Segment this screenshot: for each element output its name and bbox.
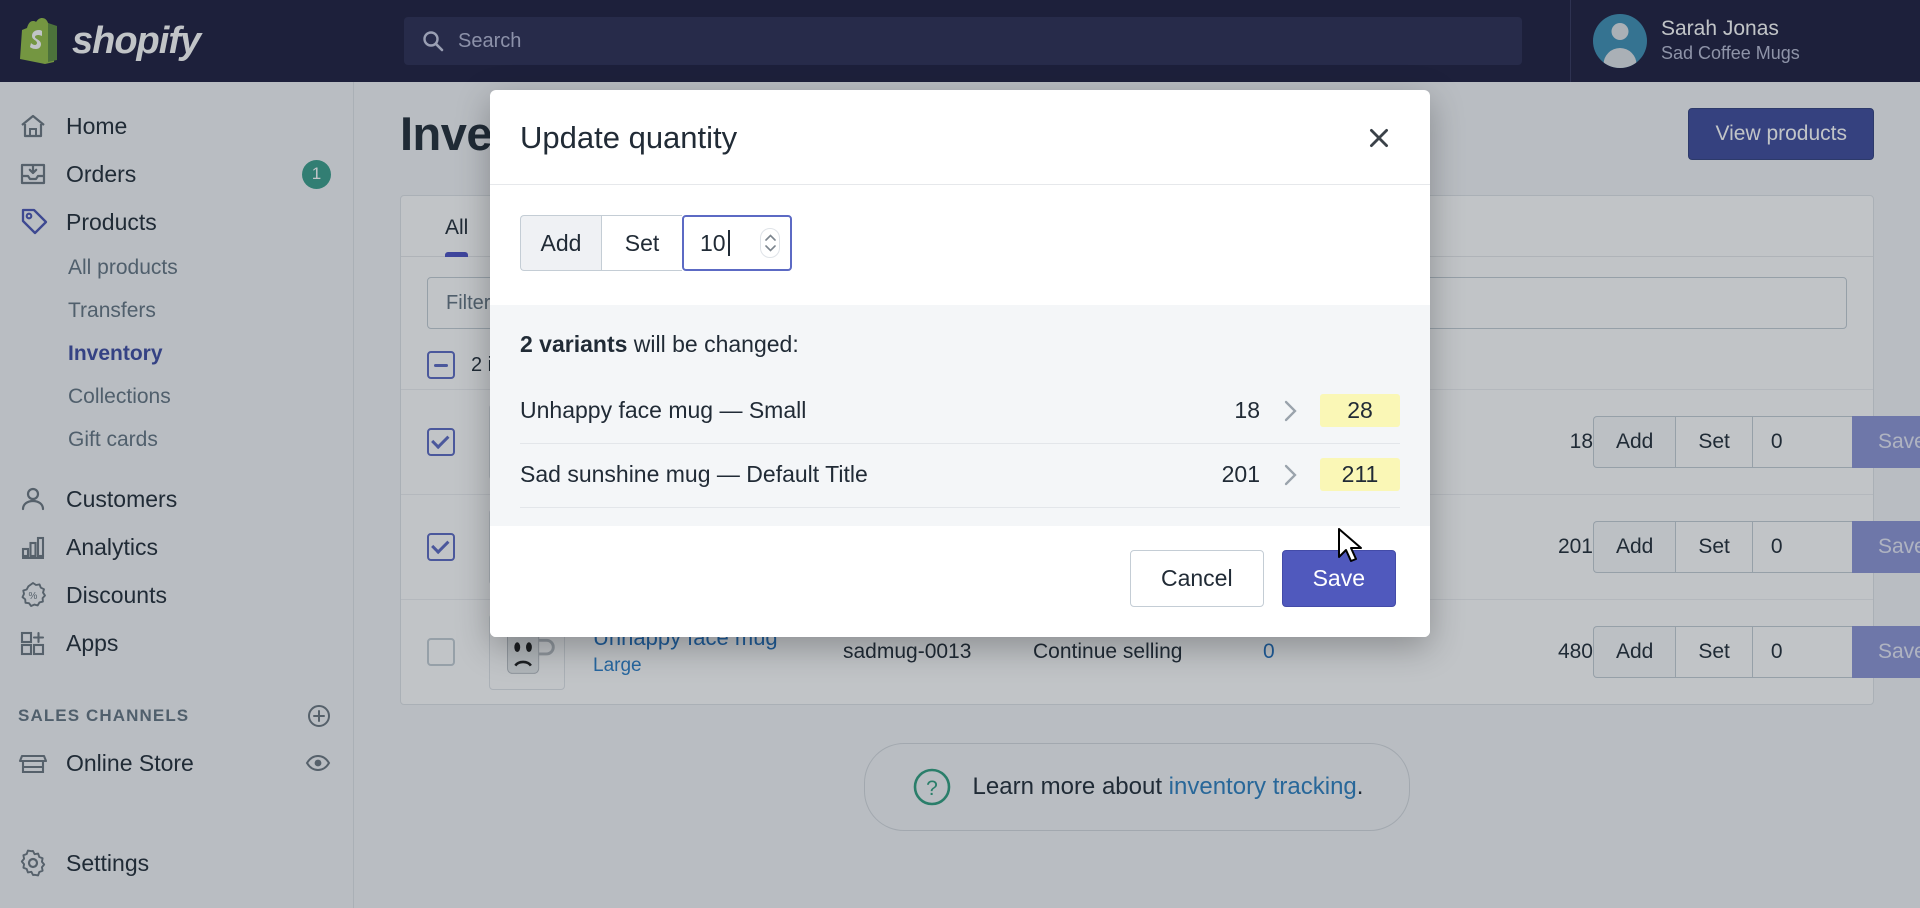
- variant-new-quantity: 211: [1320, 458, 1400, 491]
- variant-row: Sad sunshine mug — Default Title 201 211: [520, 444, 1400, 508]
- variants-count: 2 variants: [520, 331, 628, 357]
- cancel-button[interactable]: Cancel: [1129, 550, 1264, 607]
- variants-summary: 2 variants will be changed:: [520, 331, 1400, 358]
- close-icon[interactable]: [1362, 121, 1396, 155]
- modal-variant-list: 2 variants will be changed: Unhappy face…: [490, 305, 1430, 526]
- modal-quantity-section: Add Set 10: [490, 185, 1430, 305]
- variant-old-quantity: 18: [1234, 397, 1260, 423]
- modal-title: Update quantity: [520, 120, 738, 155]
- quantity-stepper[interactable]: [760, 228, 780, 258]
- variant-old-quantity: 201: [1221, 461, 1260, 487]
- chevron-right-icon: [1260, 462, 1320, 488]
- chevron-right-icon: [1260, 398, 1320, 424]
- variants-summary-rest: will be changed:: [627, 331, 799, 357]
- variant-name: Sad sunshine mug — Default Title: [520, 461, 868, 487]
- quantity-input[interactable]: 10: [682, 215, 792, 271]
- mouse-cursor: [1338, 528, 1362, 562]
- app-root: shopify Search Sarah Jonas Sad Coffee Mu…: [0, 0, 1920, 908]
- mode-add-button[interactable]: Add: [520, 215, 601, 271]
- quantity-value: 10: [700, 229, 726, 256]
- chevron-down-icon[interactable]: [764, 245, 776, 252]
- chevron-up-icon[interactable]: [764, 234, 776, 241]
- mode-set-button[interactable]: Set: [601, 215, 682, 271]
- update-quantity-modal: Update quantity Add Set 10 2 variants wi…: [490, 90, 1430, 637]
- modal-header: Update quantity: [490, 90, 1430, 185]
- modal-footer: Cancel Save: [490, 526, 1430, 637]
- variant-name: Unhappy face mug — Small: [520, 397, 807, 423]
- quantity-control-group: Add Set 10: [520, 215, 792, 271]
- variant-row: Unhappy face mug — Small 18 28: [520, 380, 1400, 444]
- variant-new-quantity: 28: [1320, 394, 1400, 427]
- text-caret: [727, 230, 730, 256]
